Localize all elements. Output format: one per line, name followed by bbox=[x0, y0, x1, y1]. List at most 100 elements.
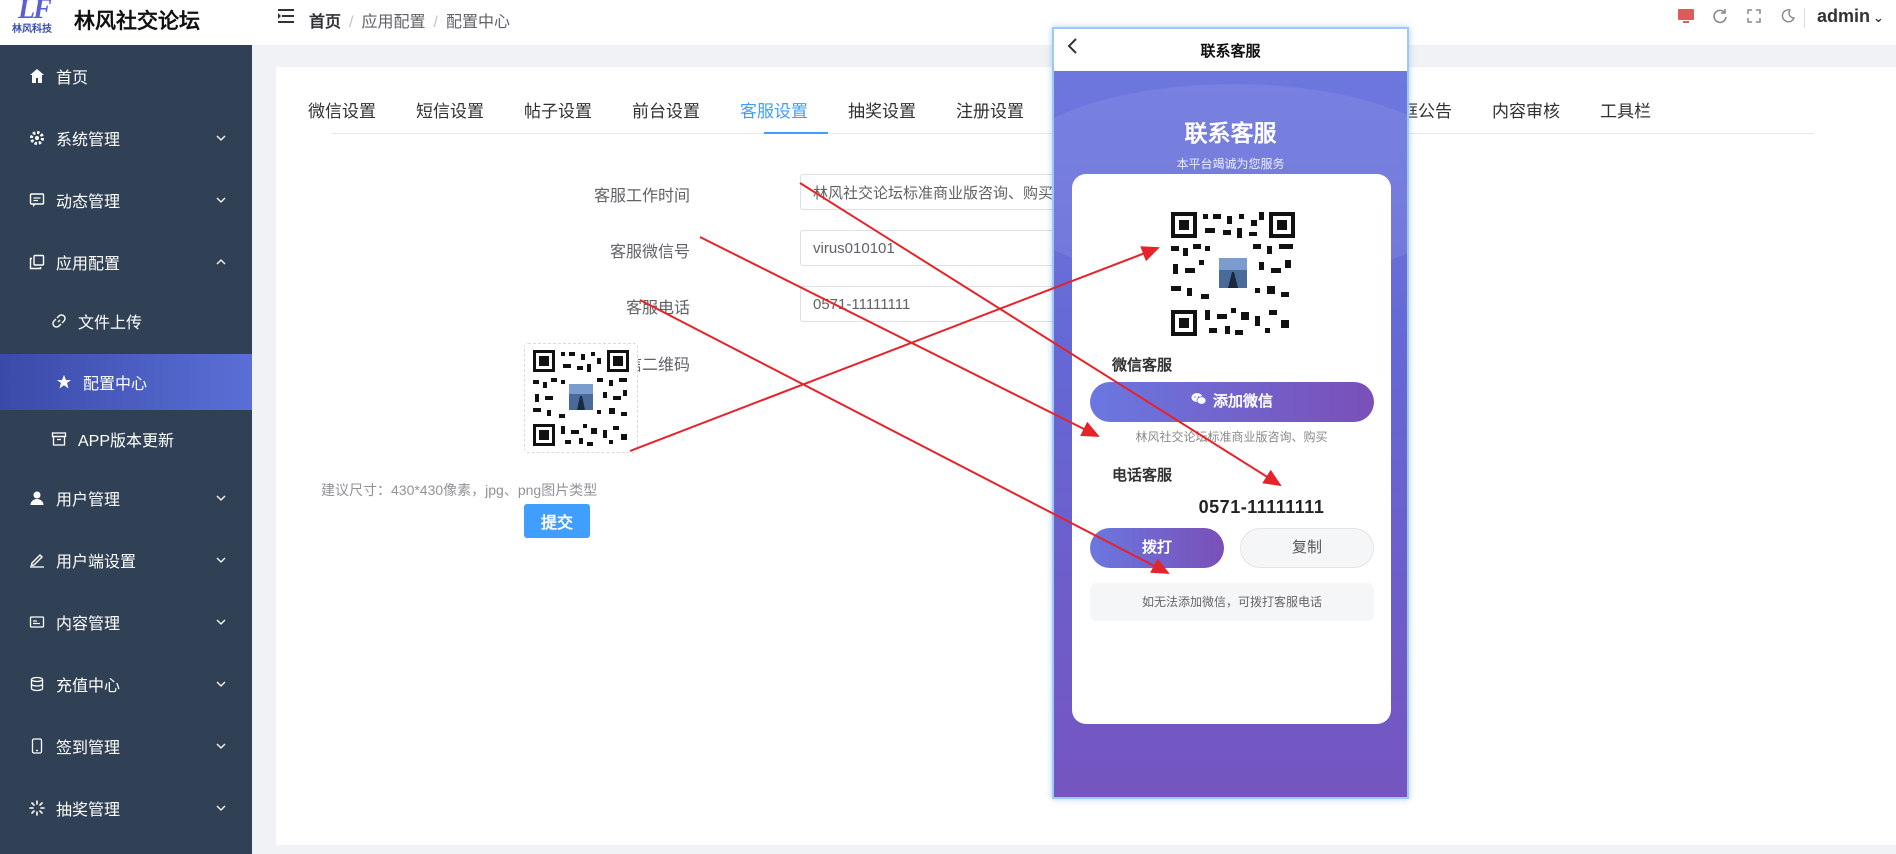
chevron-down-icon bbox=[216, 135, 226, 141]
breadcrumb-app-config[interactable]: 应用配置 bbox=[361, 14, 425, 31]
preview-wechat-desc: 林风社交论坛标准商业版咨询、购买 bbox=[1135, 430, 1328, 444]
logo-subtext: 林风科技 bbox=[12, 24, 52, 35]
sidebar-item-content[interactable]: 内容管理 bbox=[0, 591, 252, 653]
preview-phone-number: 0571-11111111 bbox=[1198, 497, 1325, 517]
header-tools bbox=[1676, 6, 1798, 26]
preview-hero-subtitle: 本平台竭诚为您服务 bbox=[1176, 157, 1285, 171]
active-tab-indicator bbox=[764, 132, 828, 134]
chevron-down-icon bbox=[216, 495, 226, 501]
dark-mode-icon[interactable] bbox=[1778, 6, 1798, 26]
message-icon bbox=[28, 191, 46, 209]
monitor-icon[interactable] bbox=[1676, 6, 1696, 26]
tab-lottery[interactable]: 抽奖设置 bbox=[848, 97, 916, 122]
preview-wechat-section-title: 微信客服 bbox=[1112, 357, 1173, 374]
qr-code-image bbox=[525, 344, 637, 452]
tab-sms[interactable]: 短信设置 bbox=[416, 97, 484, 122]
sidebar-item-config-center[interactable]: 配置中心 bbox=[0, 354, 252, 410]
chevron-down-icon bbox=[216, 743, 226, 749]
sidebar-item-file-upload[interactable]: 文件上传 bbox=[0, 293, 252, 349]
id-card-icon bbox=[28, 613, 46, 631]
sidebar-item-label: 系统管理 bbox=[56, 132, 121, 149]
preview-add-wechat-button[interactable]: 添加微信 bbox=[1090, 382, 1374, 422]
tab-frontend[interactable]: 前台设置 bbox=[632, 97, 700, 122]
header-divider bbox=[1804, 8, 1805, 28]
database-icon bbox=[28, 675, 46, 693]
preview-contact-card: 微信客服 添加微信 林风社交论坛标准商业版咨询、购买 电话客服 0571-111… bbox=[1072, 174, 1391, 724]
preview-add-wechat-label: 添加微信 bbox=[1212, 393, 1273, 410]
site-title: 林风社交论坛 bbox=[74, 10, 200, 33]
hours-label: 客服工作时间 bbox=[593, 188, 690, 205]
sidebar-item-label: 抽奖管理 bbox=[56, 802, 121, 819]
preview-navbar: 联系客服 bbox=[1054, 29, 1407, 71]
preview-phone-section-title: 电话客服 bbox=[1112, 467, 1173, 484]
home-icon bbox=[28, 67, 46, 85]
sidebar-item-label: 文件上传 bbox=[78, 315, 143, 332]
sidebar-item-label: 配置中心 bbox=[83, 376, 148, 393]
breadcrumb: 首页 / 应用配置 / 配置中心 bbox=[309, 8, 510, 32]
chevron-down-icon bbox=[216, 197, 226, 203]
sidebar-item-label: 内容管理 bbox=[56, 616, 121, 633]
chevron-down-icon bbox=[216, 805, 226, 811]
gear-icon bbox=[28, 129, 46, 147]
pen-icon bbox=[28, 551, 46, 569]
mobile-preview: 联系客服 联系客服 本平台竭诚为您服务 微信客服 添加微信 林风社交论坛标准商业… bbox=[1052, 27, 1409, 799]
sidebar-item-label: 用户端设置 bbox=[56, 554, 137, 571]
tab-register[interactable]: 注册设置 bbox=[956, 97, 1024, 122]
preview-call-button[interactable]: 拨打 bbox=[1090, 528, 1224, 568]
sidebar-item-app-config[interactable]: 应用配置 bbox=[0, 231, 252, 293]
sidebar-item-checkin[interactable]: 签到管理 bbox=[0, 715, 252, 777]
breadcrumb-home[interactable]: 首页 bbox=[309, 14, 341, 31]
chevron-down-icon bbox=[216, 619, 226, 625]
archive-icon bbox=[50, 430, 68, 448]
wechat-label: 客服微信号 bbox=[609, 244, 690, 261]
sidebar-item-label: 动态管理 bbox=[56, 194, 121, 211]
breadcrumb-config-center: 配置中心 bbox=[445, 14, 510, 31]
qr-upload[interactable] bbox=[524, 343, 638, 453]
sidebar-item-home[interactable]: 首页 bbox=[0, 45, 252, 107]
tab-customer-service[interactable]: 客服设置 bbox=[740, 97, 808, 122]
sidebar-item-dynamics[interactable]: 动态管理 bbox=[0, 169, 252, 231]
upload-hint: 建议尺寸：430*430像素，jpg、png图片类型 bbox=[321, 482, 598, 498]
link-icon bbox=[50, 312, 68, 330]
user-menu[interactable]: admin ⌄ bbox=[1817, 6, 1884, 27]
sidebar-item-system[interactable]: 系统管理 bbox=[0, 107, 252, 169]
preview-hero-title: 联系客服 bbox=[1184, 120, 1277, 146]
tab-post[interactable]: 帖子设置 bbox=[524, 97, 592, 122]
sidebar-item-label: 充值中心 bbox=[56, 678, 121, 695]
tab-toolbar[interactable]: 工具栏 bbox=[1600, 97, 1651, 122]
refresh-icon[interactable] bbox=[1710, 6, 1730, 26]
hamburger-menu-icon[interactable] bbox=[278, 8, 296, 29]
chevron-down-icon: ⌄ bbox=[1873, 10, 1884, 25]
top-header: LF 林风科技 林风社交论坛 首页 / 应用配置 / 配置中心 admin ⌄ bbox=[0, 0, 1896, 45]
submit-button[interactable]: 提交 bbox=[524, 504, 590, 538]
logo-mark: LF 林风科技 bbox=[12, 0, 62, 35]
copy-icon bbox=[28, 253, 46, 271]
preview-tip: 如无法添加微信，可拨打客服电话 bbox=[1090, 583, 1374, 621]
sidebar-item-label: 签到管理 bbox=[56, 740, 121, 757]
tab-wechat[interactable]: 微信设置 bbox=[308, 97, 376, 122]
sidebar-item-app-update[interactable]: APP版本更新 bbox=[0, 411, 252, 467]
sidebar-item-label: 首页 bbox=[56, 70, 89, 87]
preview-nav-title: 联系客服 bbox=[1200, 43, 1261, 60]
phone-label: 客服电话 bbox=[625, 300, 690, 317]
breadcrumb-sep: / bbox=[349, 14, 354, 31]
preview-copy-button[interactable]: 复制 bbox=[1240, 528, 1374, 568]
loading-icon bbox=[28, 799, 46, 817]
preview-qr-code bbox=[1169, 210, 1297, 338]
sidebar-item-lottery[interactable]: 抽奖管理 bbox=[0, 777, 252, 839]
breadcrumb-sep: / bbox=[433, 14, 438, 31]
username: admin bbox=[1817, 6, 1871, 26]
star-icon bbox=[55, 373, 73, 391]
tab-content-review[interactable]: 内容审核 bbox=[1492, 97, 1560, 122]
sidebar-item-label: 应用配置 bbox=[56, 256, 121, 273]
fullscreen-icon[interactable] bbox=[1744, 6, 1764, 26]
sidebar-item-recharge[interactable]: 充值中心 bbox=[0, 653, 252, 715]
chevron-up-icon bbox=[216, 259, 226, 265]
sidebar-item-users[interactable]: 用户管理 bbox=[0, 467, 252, 529]
sidebar-item-label: 用户管理 bbox=[56, 492, 121, 509]
sidebar: 首页 系统管理 动态管理 应用配置 文件上传 配置中心 APP版本更新 用户管理… bbox=[0, 45, 252, 854]
user-icon bbox=[28, 489, 46, 507]
sidebar-item-label: APP版本更新 bbox=[78, 433, 175, 450]
sidebar-item-client-settings[interactable]: 用户端设置 bbox=[0, 529, 252, 591]
mobile-icon bbox=[28, 737, 46, 755]
